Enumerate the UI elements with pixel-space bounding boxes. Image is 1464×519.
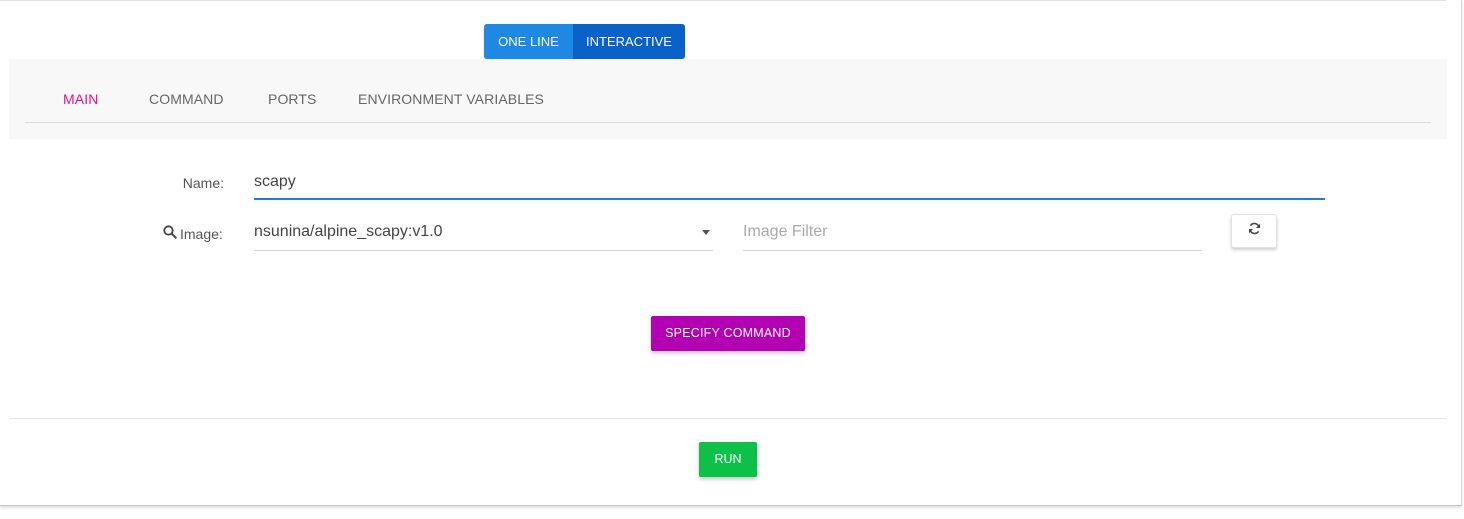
tab-command[interactable]: COMMAND (149, 91, 224, 107)
mode-toggle: ONE LINE INTERACTIVE (484, 24, 685, 59)
name-input-value: scapy (254, 173, 296, 190)
caret-down-icon (702, 230, 710, 235)
name-input[interactable]: scapy (254, 170, 1325, 200)
tab-environment-variables[interactable]: ENVIRONMENT VARIABLES (358, 91, 544, 107)
image-select-value: nsunina/alpine_scapy:v1.0 (254, 223, 443, 240)
image-select[interactable]: nsunina/alpine_scapy:v1.0 (254, 220, 713, 251)
refresh-icon (1248, 222, 1261, 240)
name-label: Name: (182, 175, 224, 191)
tabs-divider (25, 122, 1431, 123)
container-card: ONE LINE INTERACTIVE MAIN COMMAND PORTS … (0, 0, 1462, 506)
tab-main[interactable]: MAIN (63, 91, 98, 107)
bottom-divider (9, 418, 1447, 419)
image-filter-placeholder: Image Filter (743, 223, 828, 240)
image-filter-input[interactable]: Image Filter (743, 220, 1202, 251)
refresh-button[interactable] (1231, 214, 1277, 248)
image-label-group: Image: (163, 225, 224, 242)
tabs-bar: MAIN COMMAND PORTS ENVIRONMENT VARIABLES (9, 59, 1447, 139)
interactive-mode-button[interactable]: INTERACTIVE (573, 24, 685, 59)
tab-ports[interactable]: PORTS (268, 91, 316, 107)
one-line-mode-button[interactable]: ONE LINE (484, 24, 573, 59)
specify-command-button[interactable]: SPECIFY COMMAND (651, 316, 805, 351)
run-button[interactable]: RUN (699, 442, 757, 477)
search-icon (163, 225, 177, 242)
top-divider (0, 0, 1446, 1)
image-label: Image: (180, 225, 223, 242)
